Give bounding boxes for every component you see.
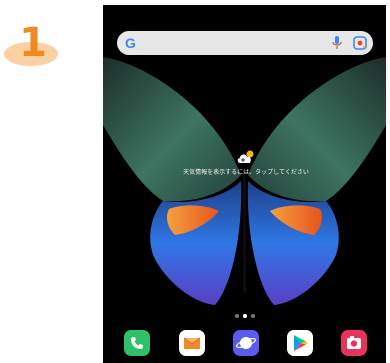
step-badge: 1: [4, 20, 58, 66]
phone-app-icon[interactable]: [124, 330, 150, 356]
messages-app-icon[interactable]: [179, 330, 205, 356]
page-dot-2[interactable]: [243, 314, 247, 318]
butterfly-wallpaper: [103, 5, 386, 363]
google-lens-icon[interactable]: [353, 36, 367, 50]
google-logo-icon: G: [125, 35, 136, 51]
play-store-icon[interactable]: [287, 330, 313, 356]
page-dot-3[interactable]: [251, 314, 255, 318]
weather-tap-prompt[interactable]: 天気情報を表示するには、タップしてください: [163, 169, 329, 177]
tablet-home-screen: G 天気情報を表示するには、タップしてください: [103, 5, 386, 363]
microphone-icon[interactable]: [331, 36, 343, 50]
step-number: 1: [19, 20, 47, 66]
internet-browser-icon[interactable]: [233, 330, 259, 356]
page: 1 G 天気情報を表示するには、タップしてください: [0, 0, 390, 363]
page-dot-1[interactable]: [235, 314, 239, 318]
camera-app-icon[interactable]: [341, 330, 367, 356]
google-search-bar[interactable]: G: [117, 31, 373, 55]
weather-cloud-icon[interactable]: [237, 150, 255, 164]
